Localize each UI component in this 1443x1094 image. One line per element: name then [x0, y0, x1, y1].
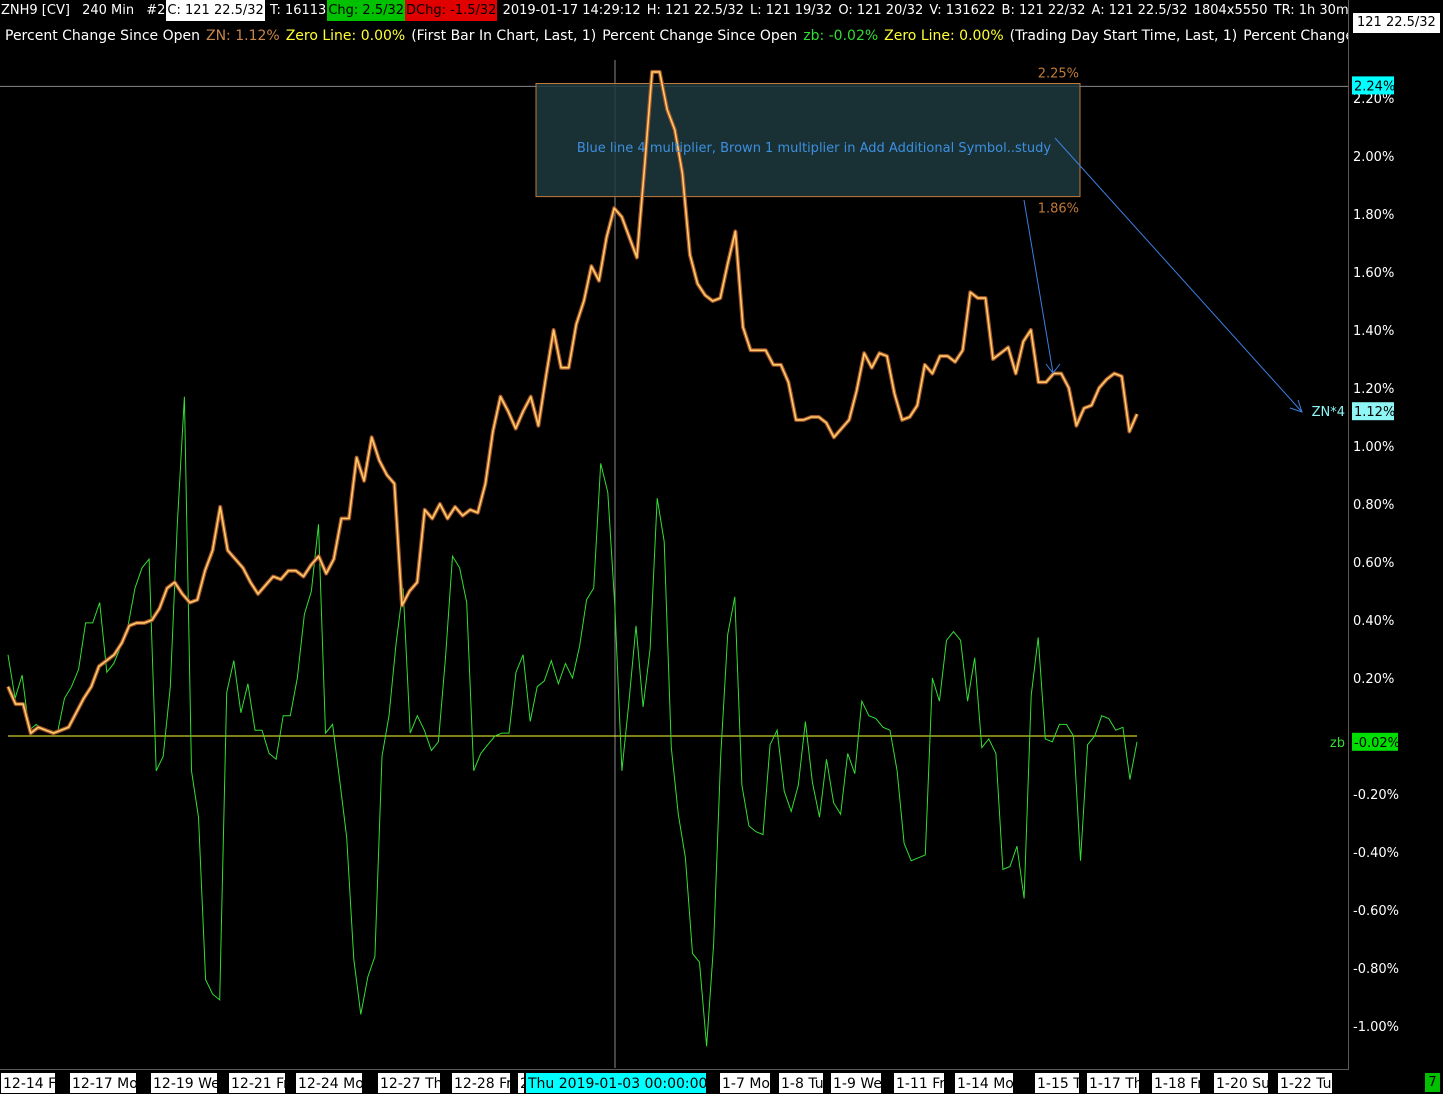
x-tick-label: 1-15 Tu [1037, 1076, 1089, 1092]
y-tick-label: 1.60% [1353, 266, 1394, 281]
annotation-text: Blue line 4 multiplier, Brown 1 multipli… [577, 141, 1051, 156]
x-tick-label: 12-19 We [153, 1076, 220, 1092]
y-tick-label: 1.00% [1353, 440, 1394, 455]
y-tick-label: 0.20% [1353, 672, 1394, 687]
y-tick-label: -0.60% [1353, 904, 1399, 919]
rect-bottom-label: 1.86% [1038, 202, 1079, 217]
x-tick-label: 12-14 Fr [3, 1076, 61, 1092]
zb-value-text: -0.02% [1354, 736, 1400, 751]
zn-value-text: 1.12% [1354, 405, 1395, 420]
zb-series-line [7, 396, 1138, 1047]
x-tick-label: 1-11 Fr [896, 1076, 945, 1092]
y-tick-label: -1.00% [1353, 1020, 1399, 1035]
x-tick-label: 1-9 We [833, 1076, 882, 1092]
corner-badge[interactable]: 7 [1425, 1073, 1440, 1092]
y-tick-label: -0.20% [1353, 788, 1399, 803]
zb-series-name: zb [1330, 736, 1345, 751]
x-tick-label: 1-22 Tu [1280, 1076, 1332, 1092]
y-tick-label: 0.40% [1353, 614, 1394, 629]
x-tick-label: 1-17 Th [1089, 1076, 1143, 1092]
x-cursor-label: Thu 2019-01-03 00:00:00 [527, 1076, 707, 1092]
x-tick-label: 12-17 Mo [72, 1076, 138, 1092]
x-tick-label: 12-27 Th [380, 1076, 443, 1092]
chart-svg[interactable]: 2.25% 1.86% Blue line 4 multiplier, Brown … [0, 0, 1443, 1094]
x-tick-label: 12-24 Mo [298, 1076, 364, 1092]
y-tick-label: 1.40% [1353, 324, 1394, 339]
rect-top-label: 2.25% [1038, 67, 1079, 82]
annotation-arrow-1 [1054, 137, 1303, 413]
y-tick-label: 2.00% [1353, 150, 1394, 165]
x-tick-label: 12-21 Fr [231, 1076, 289, 1092]
cursor-value-text: 2.24% [1354, 79, 1395, 94]
y-tick-label: -0.40% [1353, 846, 1399, 861]
y-tick-label: 1.80% [1353, 208, 1394, 223]
zn-series-name: ZN*4 [1312, 405, 1345, 420]
x-tick-label: 1-20 Su [1216, 1076, 1270, 1092]
annotation-arrow-2 [1023, 199, 1054, 374]
x-tick-label: 1-18 Fr [1154, 1076, 1203, 1092]
y-tick-label: 1.20% [1353, 382, 1394, 397]
y-tick-label: 0.60% [1353, 556, 1394, 571]
y-tick-label: -0.80% [1353, 962, 1399, 977]
x-tick-label: 1-8 Tu [781, 1076, 824, 1092]
y-tick-label: 0.80% [1353, 498, 1394, 513]
x-tick-label: 1-7 Mo [722, 1076, 770, 1092]
x-tick-label: 12-28 Fr [454, 1076, 512, 1092]
x-tick-label: 1-14 Mo [957, 1076, 1014, 1092]
